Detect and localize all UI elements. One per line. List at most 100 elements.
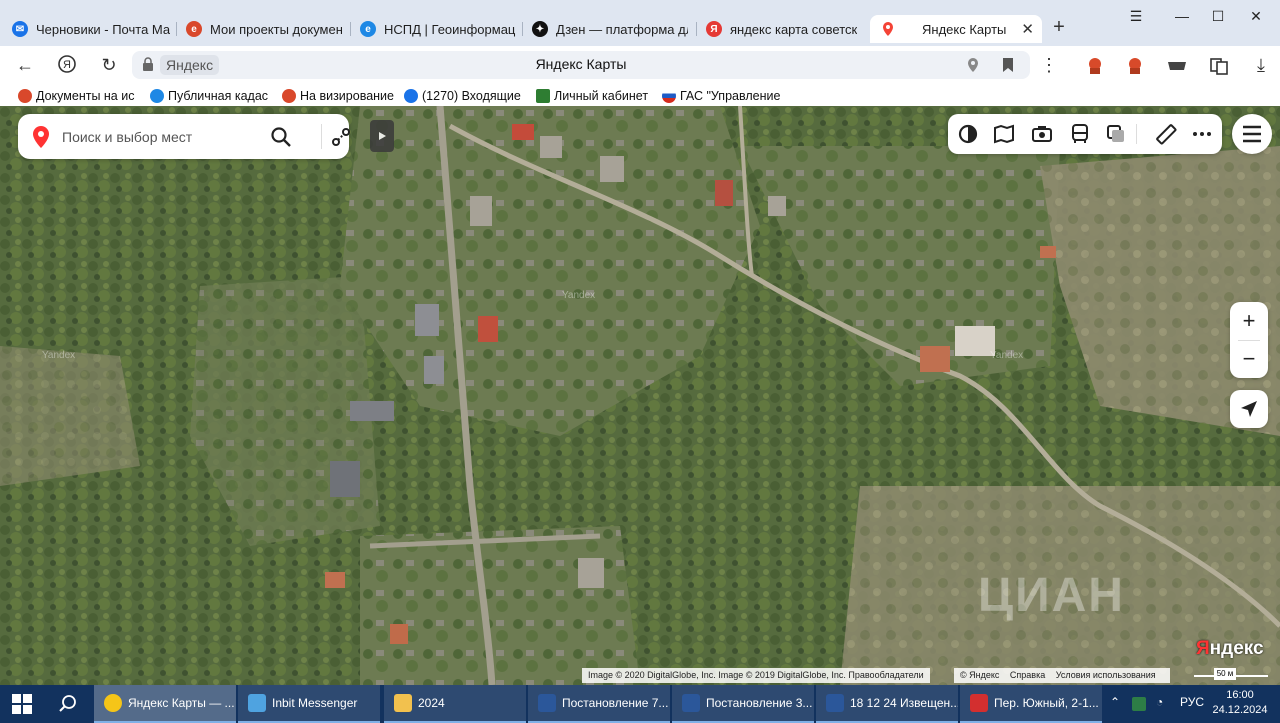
bookmark-item[interactable]: (1270) Входящие: [404, 87, 524, 105]
collapse-panel-button[interactable]: [370, 120, 394, 152]
zoom-out-button[interactable]: −: [1230, 340, 1268, 378]
collections-icon[interactable]: [1208, 56, 1230, 76]
minimize-icon[interactable]: —: [1172, 8, 1192, 24]
security-icon[interactable]: [1132, 697, 1146, 711]
layers-icon[interactable]: [956, 122, 980, 146]
mail-icon: ✉: [12, 21, 28, 37]
my-location-button[interactable]: [1230, 390, 1268, 428]
taskbar-app-word[interactable]: 18 12 24 Извещен...: [816, 685, 958, 723]
windows-start-icon[interactable]: [12, 694, 32, 714]
tab-title: Мои проекты документ: [210, 21, 342, 37]
taskbar-app-label: 2024: [418, 696, 445, 710]
zoom-in-button[interactable]: +: [1230, 302, 1268, 340]
hamburger-icon: [1243, 125, 1261, 143]
map-terms: © Яндекс Справка Условия использования: [954, 668, 1170, 683]
back-arrow-icon[interactable]: ←: [14, 54, 36, 76]
tab-projects[interactable]: e Мои проекты документ: [186, 15, 342, 43]
tab-title: НСПД | Геоинформаци: [384, 21, 516, 37]
tray-chevron-icon[interactable]: ⌃: [1110, 695, 1120, 709]
map-overlay-icon[interactable]: [1104, 122, 1128, 146]
tab-mail[interactable]: ✉ Черновики - Почта Ма: [12, 15, 170, 43]
ruler-icon[interactable]: [1154, 122, 1178, 146]
browser-tab-strip: ✉ Черновики - Почта Ма e Мои проекты док…: [0, 0, 1280, 46]
bookmark-label: Публичная кадас: [168, 89, 268, 103]
new-tab-button[interactable]: +: [1048, 16, 1070, 38]
search-icon[interactable]: [58, 694, 78, 714]
route-icon[interactable]: [330, 126, 352, 148]
taskbar-app-label: Постановление 7...: [562, 696, 669, 710]
map-pin-icon: [33, 126, 49, 148]
pdf-icon: [970, 694, 988, 712]
panorama-map-icon[interactable]: [992, 122, 1016, 146]
cabinet-icon: [536, 89, 550, 103]
word-icon: [826, 694, 844, 712]
bookmark-item[interactable]: Документы на ис: [18, 87, 136, 105]
taskbar-app-pdf[interactable]: Пер. Южный, 2-1...: [960, 685, 1102, 723]
word-icon: [682, 694, 700, 712]
document-flow-icon: e: [186, 21, 202, 37]
yandex-logo: Яндекс: [1196, 638, 1264, 659]
document-flow-icon: [282, 89, 296, 103]
taskbar-app-word[interactable]: Постановление 7...: [528, 685, 670, 723]
extension-icon[interactable]: [1124, 56, 1146, 76]
extension-icon[interactable]: [1084, 56, 1106, 76]
download-icon[interactable]: ⤓: [1250, 54, 1272, 76]
navigation-arrow-icon: [1241, 401, 1257, 417]
satellite-map[interactable]: Yandex Yandex Yandex ЦИАН +: [0, 106, 1280, 685]
more-icon[interactable]: [1190, 122, 1214, 146]
taskbar-app-inbit[interactable]: Inbit Messenger: [238, 685, 380, 723]
tab-separator: [522, 22, 523, 36]
map-layers-toolbar: [948, 114, 1222, 154]
reload-icon[interactable]: ↻: [98, 54, 120, 76]
tab-yandex-maps[interactable]: Яндекс Карты ✕: [870, 15, 1042, 43]
taskbar-app-yandex-maps[interactable]: Яндекс Карты — ...: [94, 685, 236, 723]
tab-separator: [696, 22, 697, 36]
toolbar-separator: [1136, 124, 1137, 144]
russia-flag-icon: [662, 89, 676, 103]
maximize-icon[interactable]: ☐: [1208, 8, 1228, 25]
taskbar-app-label: Пер. Южный, 2-1...: [994, 696, 1099, 710]
wifi-icon[interactable]: ◔: [1156, 695, 1163, 709]
tab-nspd[interactable]: e НСПД | Геоинформаци: [360, 15, 516, 43]
map-watermark: Yandex: [990, 350, 1023, 361]
bookmark-item[interactable]: Публичная кадас: [150, 87, 268, 105]
location-pin-icon[interactable]: [966, 57, 980, 73]
taskbar-app-label: Inbit Messenger: [272, 696, 358, 710]
address-bar[interactable]: Яндекс Яндекс Карты: [132, 51, 1030, 79]
language-indicator[interactable]: РУС: [1180, 695, 1204, 709]
extension-icon[interactable]: [1166, 56, 1188, 76]
transit-icon[interactable]: [1068, 122, 1092, 146]
browser-menu-icon[interactable]: ☰: [1126, 8, 1146, 25]
bookmark-icon[interactable]: [1002, 57, 1014, 73]
bookmark-item[interactable]: Личный кабинет: [536, 87, 656, 105]
map-menu-button[interactable]: [1232, 114, 1272, 154]
system-clock[interactable]: 16:00 24.12.2024: [1210, 688, 1270, 718]
search-icon[interactable]: [270, 126, 292, 148]
taskbar-app-word[interactable]: Постановление 3...: [672, 685, 814, 723]
taskbar-app-label: 18 12 24 Извещен...: [850, 696, 958, 710]
traffic-camera-icon[interactable]: [1030, 122, 1054, 146]
imagery-copyright: Image © 2020 DigitalGlobe, Inc. Image © …: [582, 668, 930, 683]
bookmark-item[interactable]: ГАС "Управление: [662, 87, 780, 105]
close-window-icon[interactable]: ✕: [1246, 8, 1266, 25]
taskbar-app-folder[interactable]: 2024: [384, 685, 526, 723]
map-search-input[interactable]: [62, 126, 262, 148]
more-menu-icon[interactable]: ⋮: [1038, 54, 1060, 76]
yandex-copyright[interactable]: © Яндекс: [960, 670, 999, 680]
document-flow-icon: [18, 89, 32, 103]
close-tab-icon[interactable]: ✕: [1021, 20, 1034, 38]
terms-link[interactable]: Условия использования: [1056, 670, 1156, 680]
yandex-home-icon[interactable]: Я: [56, 54, 78, 76]
zoom-control: + −: [1230, 302, 1268, 378]
address-title: Яндекс Карты: [535, 56, 627, 72]
messenger-icon: [248, 694, 266, 712]
tab-dzen[interactable]: ✦ Дзен — платформа дл: [532, 15, 688, 43]
tab-yandex-search[interactable]: Я яндекс карта советск: [706, 15, 862, 43]
help-link[interactable]: Справка: [1010, 670, 1045, 680]
bookmark-item[interactable]: На визирование: [282, 87, 396, 105]
tab-separator: [176, 22, 177, 36]
tab-title: Дзен — платформа дл: [556, 21, 688, 37]
folder-icon: [394, 694, 412, 712]
tab-title: Яндекс Карты: [922, 21, 1007, 37]
nspd-icon: e: [360, 21, 376, 37]
